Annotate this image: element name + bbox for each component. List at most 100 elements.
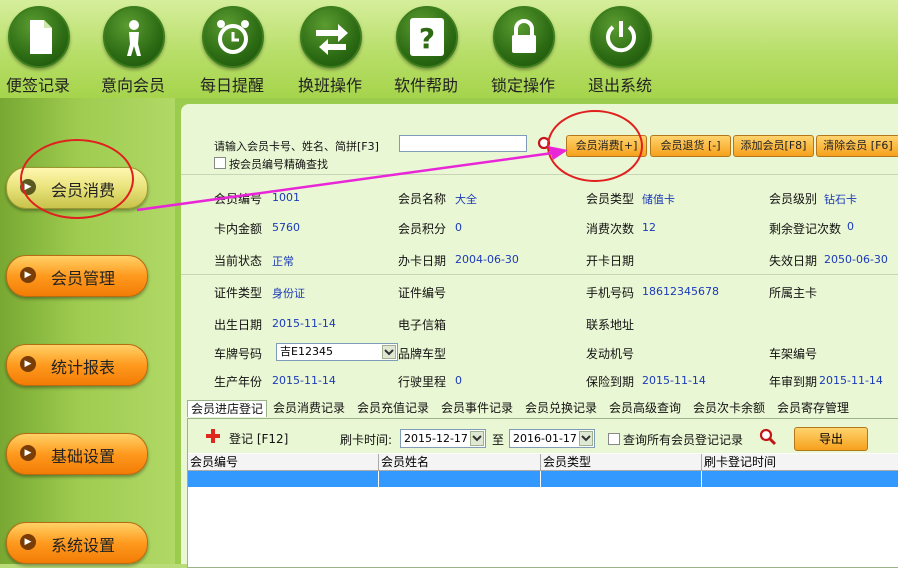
toolbar-lock-button[interactable]: 锁定操作 — [478, 4, 568, 96]
toolbar-label: 锁定操作 — [490, 76, 555, 95]
add-member-button[interactable]: 添加会员[F8] — [733, 135, 814, 157]
phone-label: 手机号码 — [586, 286, 635, 300]
records-toolbar: 登记 [F12] 刷卡时间: 2015-12-17 至 2016-01-17 查… — [188, 419, 898, 453]
question-icon: ? — [396, 6, 458, 68]
column-header[interactable]: 刷卡登记时间 — [702, 454, 898, 470]
record-tabs: 会员进店登记 会员消费记录 会员充值记录 会员事件记录 会员兑换记录 会员高级查… — [181, 400, 898, 417]
birth-date-label: 出生日期 — [214, 318, 263, 332]
highlight-circle — [20, 139, 134, 219]
to-label: 至 — [492, 433, 505, 447]
alarm-clock-icon — [202, 6, 264, 68]
cert-type-value: 身份证 — [272, 287, 305, 300]
table-cell — [702, 471, 898, 487]
document-icon — [8, 6, 70, 68]
column-header[interactable]: 会员编号 — [188, 454, 379, 470]
member-refund-button[interactable]: 会员退货 [-] — [650, 135, 731, 157]
issue-date-value: 2004-06-30 — [455, 253, 519, 266]
plate-label: 车牌号码 — [214, 347, 263, 361]
tab-storage-manage[interactable]: 会员寄存管理 — [774, 400, 853, 416]
toolbar-shift-button[interactable]: 换班操作 — [285, 4, 375, 96]
cert-type-label: 证件类型 — [214, 286, 263, 300]
member-level-value: 钻石卡 — [824, 193, 857, 206]
checkbox-box[interactable] — [214, 157, 226, 169]
insurance-value: 2015-11-14 — [642, 374, 706, 387]
time-label: 刷卡时间: — [340, 433, 393, 447]
phone-value: 18612345678 — [642, 285, 719, 298]
balance-label: 卡内金额 — [214, 222, 263, 236]
expire-date-label: 失效日期 — [769, 254, 818, 268]
date-from-value: 2015-12-17 — [404, 432, 468, 445]
issue-date-label: 办卡日期 — [398, 254, 447, 268]
clear-member-button[interactable]: 清除会员 [F6] — [816, 135, 898, 157]
plate-select[interactable]: 吉E12345 — [276, 343, 398, 361]
query-all-checkbox[interactable]: 查询所有会员登记记录 — [608, 431, 743, 448]
status-value: 正常 — [272, 255, 294, 268]
year-label: 生产年份 — [214, 375, 263, 389]
toolbar-exit-button[interactable]: 退出系统 — [575, 4, 665, 96]
tab-event-records[interactable]: 会员事件记录 — [438, 400, 517, 416]
sidebar-item-system-settings[interactable]: ▶ 系统设置 — [6, 522, 148, 564]
sidebar-item-reports[interactable]: ▶ 统计报表 — [6, 344, 148, 386]
toolbar-label: 换班操作 — [297, 76, 362, 95]
highlight-circle — [547, 110, 643, 182]
visits-value: 12 — [642, 221, 656, 234]
chevron-right-icon: ▶ — [20, 356, 36, 372]
expire-date-value: 2050-06-30 — [824, 253, 888, 266]
tab-card-balance[interactable]: 会员次卡余额 — [690, 400, 769, 416]
toolbar-notes-button[interactable]: 便签记录 — [0, 4, 83, 96]
date-to-value: 2016-01-17 — [513, 432, 577, 445]
mileage-label: 行驶里程 — [398, 375, 447, 389]
table-header: 会员编号 会员姓名 会员类型 刷卡登记时间 — [188, 454, 898, 471]
register-button[interactable]: 登记 [F12] — [229, 430, 288, 447]
exact-search-label: 按会员编号精确查找 — [229, 158, 328, 171]
search-icon[interactable] — [759, 428, 777, 446]
table-row[interactable] — [188, 471, 898, 487]
tab-advanced-query[interactable]: 会员高级查询 — [606, 400, 685, 416]
search-input[interactable] — [399, 135, 527, 152]
sidebar-item-basic-settings[interactable]: ▶ 基础设置 — [6, 433, 148, 475]
column-header[interactable]: 会员类型 — [541, 454, 702, 470]
swap-arrows-icon — [300, 6, 362, 68]
checkbox-box[interactable] — [608, 433, 620, 445]
tab-consume-records[interactable]: 会员消费记录 — [270, 400, 349, 416]
engine-label: 发动机号 — [586, 347, 635, 361]
date-to-picker[interactable]: 2016-01-17 — [509, 429, 595, 448]
remaining-value: 0 — [847, 220, 854, 233]
table-cell — [379, 471, 541, 487]
chevron-down-icon[interactable] — [382, 345, 396, 359]
chevron-down-icon[interactable] — [579, 431, 593, 446]
tab-store-register[interactable]: 会员进店登记 — [187, 400, 268, 417]
status-label: 当前状态 — [214, 254, 263, 268]
points-label: 会员积分 — [398, 222, 447, 236]
exact-search-checkbox[interactable]: 按会员编号精确查找 — [214, 156, 328, 172]
plus-icon[interactable] — [206, 429, 220, 443]
chevron-right-icon: ▶ — [20, 267, 36, 283]
tab-recharge-records[interactable]: 会员充值记录 — [354, 400, 433, 416]
export-button[interactable]: 导出 — [794, 427, 868, 451]
chevron-right-icon: ▶ — [20, 534, 36, 550]
chevron-right-icon: ▶ — [20, 445, 36, 461]
toolbar-reminder-button[interactable]: 每日提醒 — [187, 4, 277, 96]
column-header[interactable]: 会员姓名 — [379, 454, 541, 470]
cert-no-label: 证件编号 — [398, 286, 447, 300]
top-toolbar: 便签记录 意向会员 每日提醒 换班操作 ? 软件帮助 锁定操作 退出系统 — [0, 0, 898, 98]
sidebar-item-member-manage[interactable]: ▶ 会员管理 — [6, 255, 148, 297]
lock-icon — [493, 6, 555, 68]
tab-exchange-records[interactable]: 会员兑换记录 — [522, 400, 601, 416]
member-id-label: 会员编号 — [214, 192, 263, 206]
date-from-picker[interactable]: 2015-12-17 — [400, 429, 486, 448]
frame-label: 车架编号 — [769, 347, 818, 361]
sidebar-item-label: 系统设置 — [51, 536, 116, 555]
remaining-label: 剩余登记次数 — [769, 222, 842, 236]
toolbar-prospects-button[interactable]: 意向会员 — [88, 4, 178, 96]
chevron-down-icon[interactable] — [470, 431, 484, 446]
sidebar-item-label: 统计报表 — [51, 358, 116, 377]
toolbar-label: 意向会员 — [100, 76, 165, 95]
divider — [181, 174, 898, 175]
balance-value: 5760 — [272, 221, 300, 234]
toolbar-help-button[interactable]: ? 软件帮助 — [381, 4, 471, 96]
plate-value: 吉E12345 — [280, 345, 333, 358]
power-icon — [590, 6, 652, 68]
points-value: 0 — [455, 221, 462, 234]
member-name-label: 会员名称 — [398, 192, 447, 206]
